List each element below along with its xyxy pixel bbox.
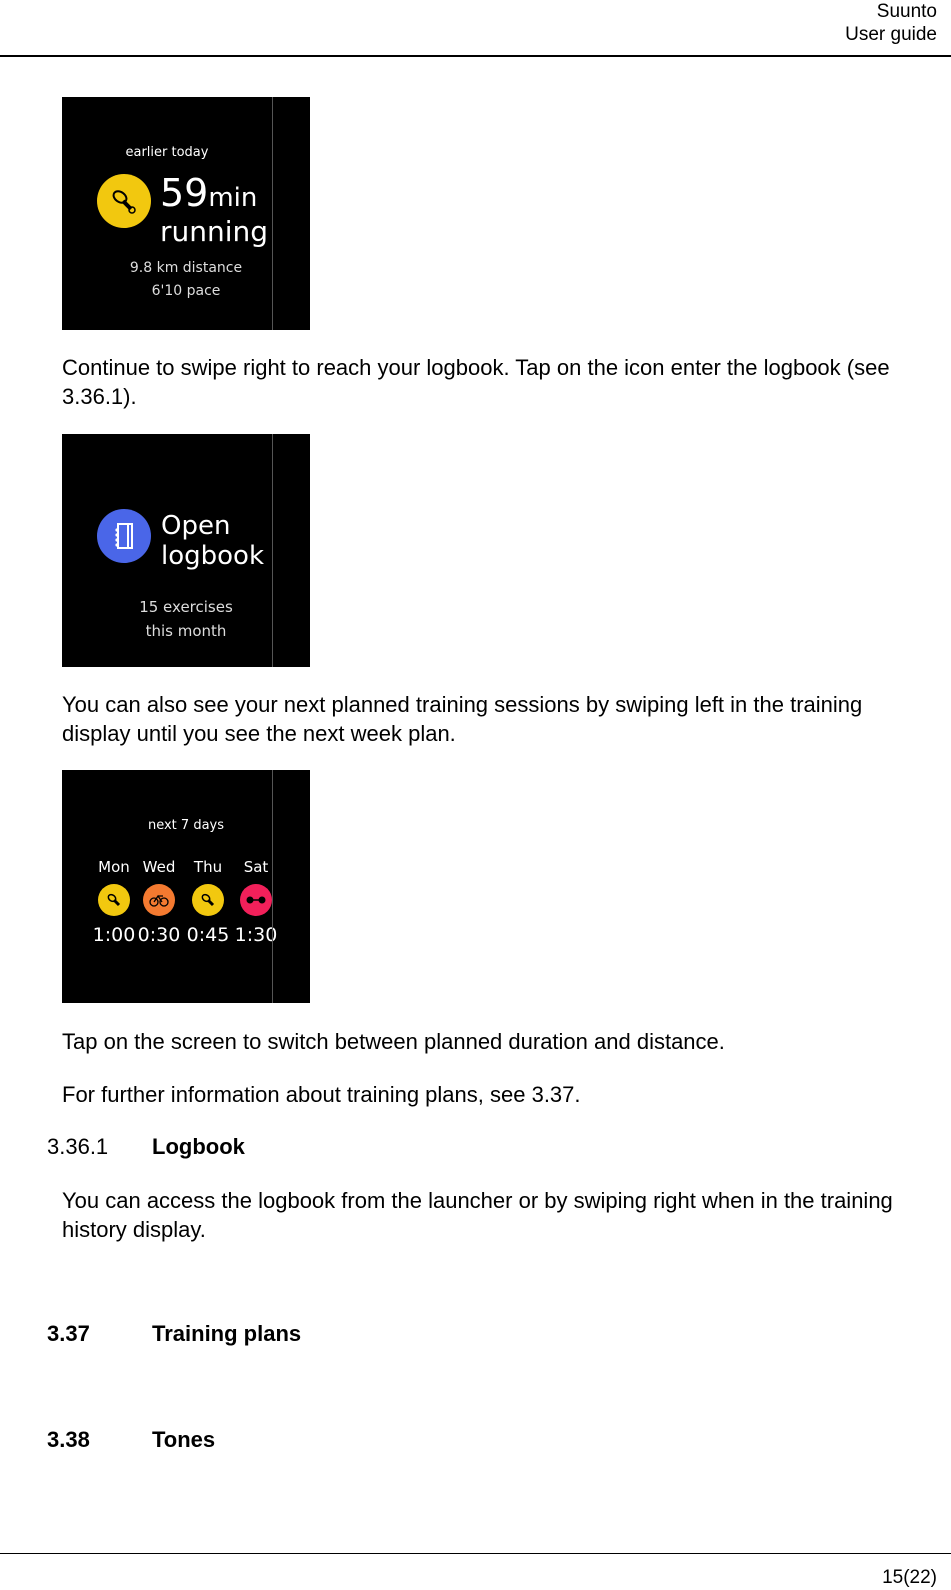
screen-edge — [272, 770, 273, 1003]
day-label: Thu — [193, 858, 223, 876]
running-shoe-icon — [97, 174, 151, 228]
dumbbell-icon — [240, 884, 272, 916]
section-title: Tones — [152, 1427, 216, 1452]
paragraph: You can also see your next planned train… — [62, 692, 863, 746]
section-number: 3.38 — [47, 1427, 90, 1452]
section-number: 3.36.1 — [47, 1134, 109, 1159]
history-duration-value: 59 — [160, 171, 209, 215]
logbook-title-line1: Open — [161, 511, 231, 541]
page-header: Suunto User guide — [845, 0, 937, 46]
screen-edge — [272, 434, 273, 667]
section-heading: 3.38 Tones — [47, 1427, 215, 1453]
plan-day: Thu 0:45 — [186, 858, 230, 946]
section-number: 3.37 — [47, 1321, 90, 1346]
plan-day: Mon 1:00 — [92, 858, 136, 946]
paragraph: For further information about training p… — [62, 1082, 581, 1107]
watch-screen-plan: next 7 days Mon 1:00 Wed 0:30 Thu 0:45 S… — [62, 770, 310, 1003]
subsection-heading: 3.36.1 Logbook — [47, 1134, 245, 1160]
history-caption: earlier today — [125, 145, 209, 160]
day-duration: 0:45 — [186, 924, 230, 946]
logbook-icon[interactable] — [97, 509, 151, 563]
screen-edge — [272, 97, 273, 330]
history-activity: running — [160, 215, 269, 248]
paragraph: Continue to swipe right to reach your lo… — [62, 355, 890, 409]
section-heading: 3.37 Training plans — [47, 1321, 301, 1347]
logbook-title-line2: logbook — [161, 541, 265, 571]
header-brand: Suunto — [876, 1, 937, 22]
plan-day: Wed 0:30 — [137, 858, 181, 946]
header-rule — [0, 55, 951, 57]
watch-screen-history: earlier today 59min running 9.8 km dista… — [62, 97, 310, 330]
section-title: Logbook — [152, 1134, 245, 1159]
history-duration-unit: min — [208, 183, 258, 213]
footer-rule — [0, 1553, 951, 1554]
paragraph: You can access the logbook from the laun… — [62, 1188, 893, 1242]
running-shoe-icon — [98, 884, 130, 916]
watch-screen-logbook: Open logbook 15 exercises this month — [62, 434, 310, 667]
bicycle-icon — [143, 884, 175, 916]
page-number: 15(22) — [882, 1567, 937, 1588]
day-label: Mon — [98, 858, 130, 876]
header-doc-title: User guide — [845, 24, 937, 45]
paragraph: Tap on the screen to switch between plan… — [62, 1029, 725, 1054]
day-duration: 1:00 — [92, 924, 136, 946]
day-duration: 0:30 — [137, 924, 181, 946]
running-shoe-icon — [192, 884, 224, 916]
section-title: Training plans — [152, 1321, 302, 1346]
day-label: Wed — [142, 858, 176, 876]
